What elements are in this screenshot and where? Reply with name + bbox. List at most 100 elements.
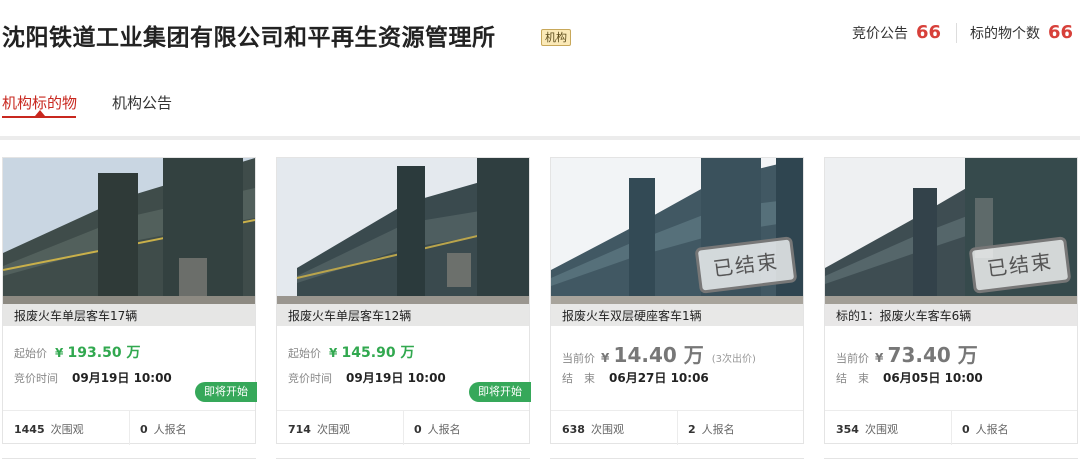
view-count-number: 638 [562, 423, 585, 436]
bid-count: (3次出价) [711, 354, 756, 365]
view-count-label: 次围观 [316, 423, 350, 436]
auction-card[interactable]: 已结束 报废火车双层硬座客车1辆 当前价 ¥ 14.40 万 (3次出价) 结 束0… [550, 157, 804, 445]
card-title[interactable]: 标的1：报废火车客车6辆 [836, 307, 971, 324]
tab-org-notices[interactable]: 机构公告 [112, 92, 172, 113]
view-count: 1445 次围观 [14, 421, 84, 437]
price-unit: 万 [126, 345, 141, 361]
yen-symbol: ¥ [55, 346, 68, 360]
price-number: 14.40 [613, 343, 677, 367]
price-value: ¥ 193.50 万 [55, 345, 140, 361]
yen-symbol: ¥ [875, 351, 888, 365]
org-badge: 机构 [541, 29, 571, 46]
view-count-number: 354 [836, 423, 859, 436]
train-photo [3, 158, 255, 326]
card-title[interactable]: 报废火车双层硬座客车1辆 [562, 307, 702, 324]
price-row: 当前价 ¥ 14.40 万 (3次出价) [562, 339, 756, 368]
card-footer: 638 次围观 2 人报名 [551, 410, 803, 445]
stat-value: 66 [1048, 22, 1074, 43]
card-next-row-edge [2, 458, 256, 463]
auction-card[interactable]: 已结束 标的1：报废火车客车6辆 当前价 ¥ 73.40 万 结 束 06月05日 … [824, 157, 1078, 445]
price-unit: 万 [683, 343, 704, 367]
stat-label: 竞价公告 [852, 26, 908, 42]
time-row: 竞价时间 09月19日 10:00 [14, 367, 172, 386]
price-label: 当前价 [836, 352, 869, 365]
time-label: 结 束 [562, 372, 595, 385]
price-number: 193.50 [67, 345, 122, 361]
price-value: ¥ 14.40 万 [601, 343, 704, 367]
card-title[interactable]: 报废火车单层客车12辆 [288, 307, 411, 324]
footer-divider [677, 411, 678, 445]
yen-symbol: ¥ [601, 351, 614, 365]
org-title: 沈阳铁道工业集团有限公司和平再生资源管理所 [2, 25, 496, 51]
signup-count-label: 人报名 [975, 423, 1009, 436]
auction-card[interactable]: 报废火车单层客车17辆 起始价 ¥ 193.50 万 竞价时间 09月19日 10:… [2, 157, 257, 445]
auction-card[interactable]: 报废火车单层客车12辆 起始价 ¥ 145.90 万 竞价时间 09月19日 10:… [276, 157, 531, 445]
stat-auction-notices[interactable]: 竞价公告 66 [852, 22, 941, 43]
footer-divider [951, 411, 952, 445]
time-row: 竞价时间 09月19日 10:00 [288, 367, 446, 386]
time-value: 09月19日 10:00 [72, 371, 172, 385]
card-title[interactable]: 报废火车单层客车17辆 [14, 307, 137, 324]
view-count-number: 1445 [14, 423, 45, 436]
signup-count: 0 人报名 [414, 421, 461, 437]
price-label: 起始价 [14, 347, 47, 360]
signup-count-number: 0 [140, 423, 148, 436]
signup-count: 0 人报名 [140, 421, 187, 437]
view-count: 354 次围观 [836, 421, 898, 437]
card-footer: 1445 次围观 0 人报名 [3, 410, 255, 445]
tab-bar: 机构标的物 机构公告 [0, 84, 1080, 140]
signup-count: 2 人报名 [688, 421, 735, 437]
stat-value: 66 [916, 22, 942, 43]
price-value: ¥ 73.40 万 [875, 343, 978, 367]
price-value: ¥ 145.90 万 [329, 345, 414, 361]
signup-count-number: 0 [962, 423, 970, 436]
time-value: 06月05日 10:00 [883, 371, 983, 385]
footer-divider [129, 411, 130, 445]
time-row: 结 束 06月05日 10:00 [836, 367, 983, 386]
price-unit: 万 [400, 345, 415, 361]
price-row: 起始价 ¥ 193.50 万 [14, 342, 140, 362]
card-next-row-edge [276, 458, 530, 463]
signup-count: 0 人报名 [962, 421, 1009, 437]
price-label: 起始价 [288, 347, 321, 360]
stat-item-count[interactable]: 标的物个数 66 [970, 22, 1073, 43]
time-value: 06月27日 10:06 [609, 371, 709, 385]
status-badge-upcoming: 即将开始 [469, 382, 531, 402]
signup-count-label: 人报名 [701, 423, 735, 436]
view-count: 714 次围观 [288, 421, 350, 437]
price-unit: 万 [957, 343, 978, 367]
tab-active-underline [2, 116, 76, 118]
tab-bar-divider [0, 136, 1080, 140]
time-label: 竞价时间 [288, 372, 332, 385]
train-photo [277, 158, 529, 326]
card-footer: 354 次围观 0 人报名 [825, 410, 1077, 445]
org-header: 沈阳铁道工业集团有限公司和平再生资源管理所 机构 竞价公告 66 标的物个数 66 [0, 0, 1080, 70]
stat-label: 标的物个数 [970, 26, 1040, 42]
time-label: 竞价时间 [14, 372, 58, 385]
price-row: 当前价 ¥ 73.40 万 [836, 339, 978, 368]
price-number: 145.90 [341, 345, 396, 361]
footer-divider [403, 411, 404, 445]
card-next-row-edge [550, 458, 804, 463]
status-badge-upcoming: 即将开始 [195, 382, 257, 402]
stat-divider [956, 23, 957, 43]
view-count-label: 次围观 [590, 423, 624, 436]
yen-symbol: ¥ [329, 346, 342, 360]
view-count-label: 次围观 [864, 423, 898, 436]
view-count-number: 714 [288, 423, 311, 436]
time-row: 结 束 06月27日 10:06 [562, 367, 709, 386]
card-footer: 714 次围观 0 人报名 [277, 410, 529, 445]
price-row: 起始价 ¥ 145.90 万 [288, 342, 414, 362]
price-label: 当前价 [562, 352, 595, 365]
signup-count-label: 人报名 [427, 423, 461, 436]
signup-count-label: 人报名 [153, 423, 187, 436]
time-value: 09月19日 10:00 [346, 371, 446, 385]
card-next-row-edge [824, 458, 1078, 463]
time-label: 结 束 [836, 372, 869, 385]
signup-count-number: 0 [414, 423, 422, 436]
view-count: 638 次围观 [562, 421, 624, 437]
view-count-label: 次围观 [50, 423, 84, 436]
tab-active-caret-icon [35, 110, 45, 116]
signup-count-number: 2 [688, 423, 696, 436]
price-number: 73.40 [887, 343, 951, 367]
